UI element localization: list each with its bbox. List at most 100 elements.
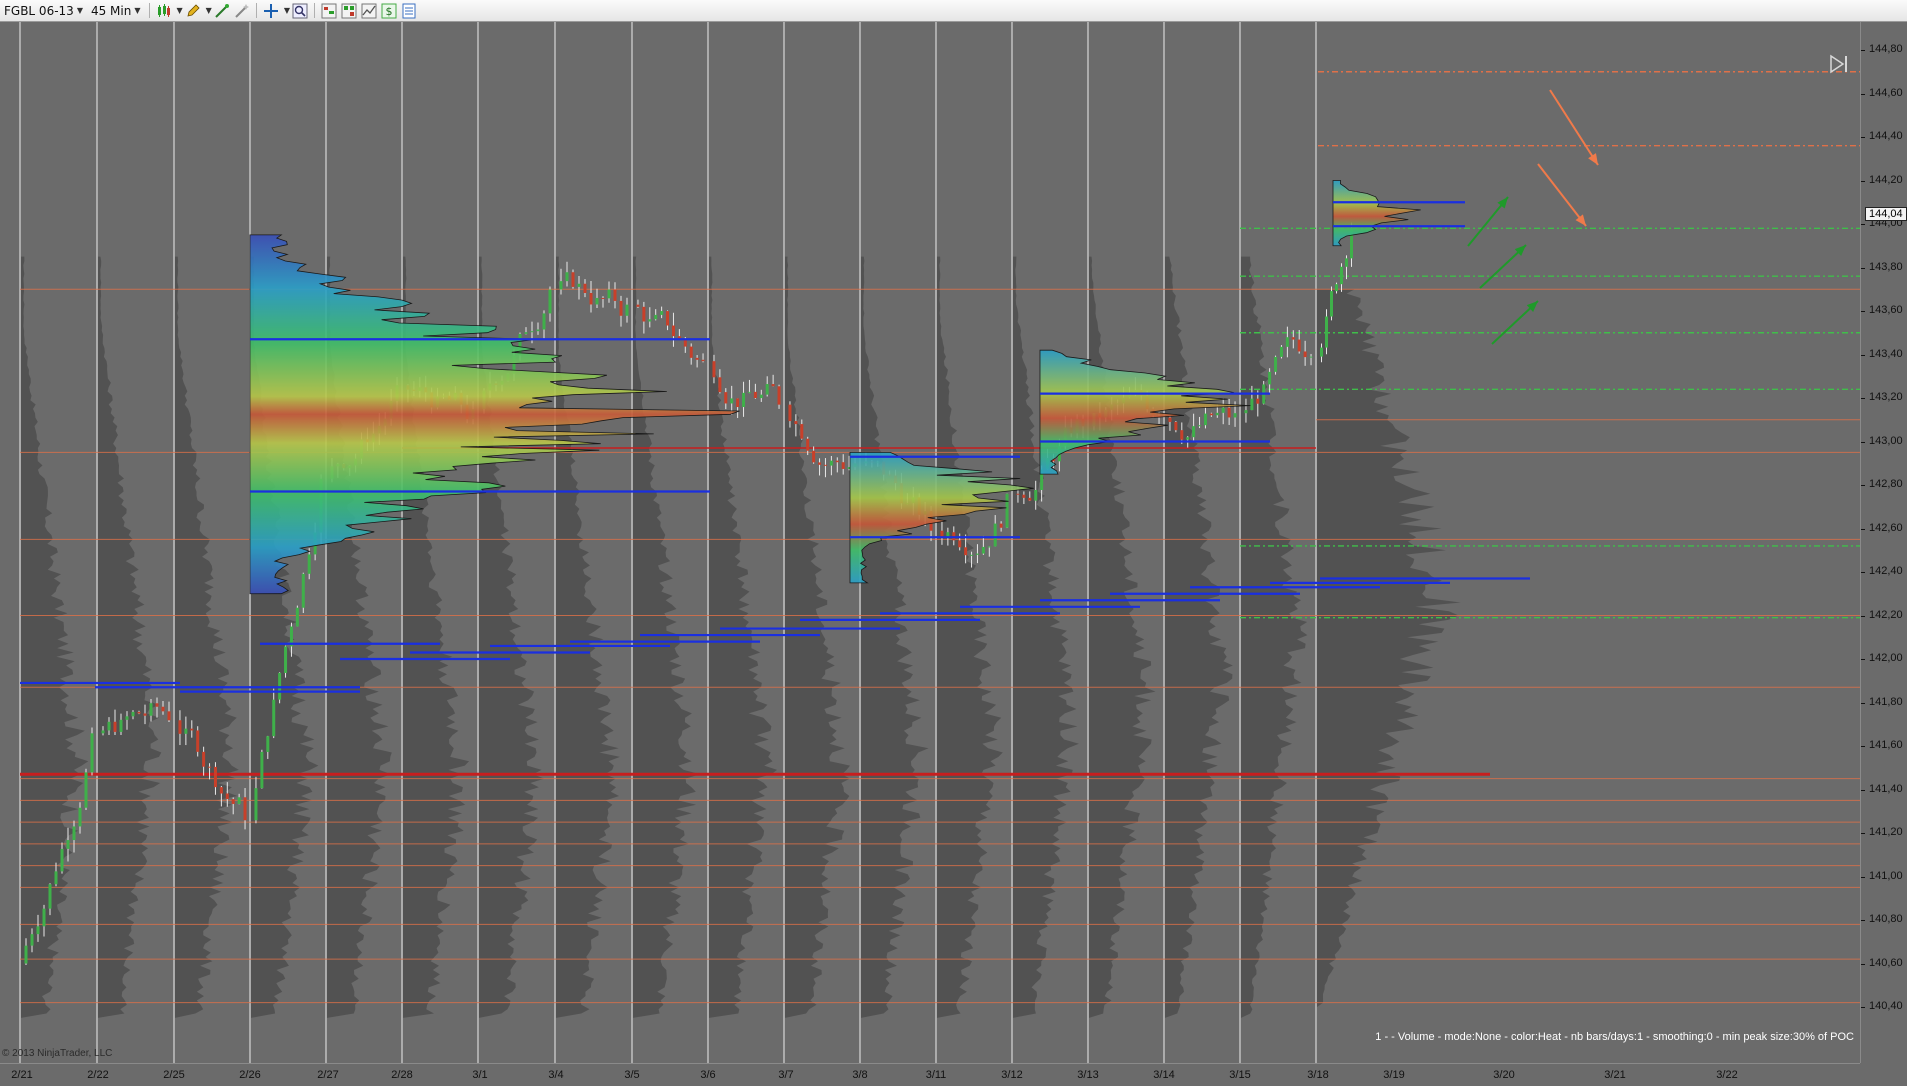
candle-body (970, 554, 974, 556)
composite-volume-profile (1317, 289, 1461, 1007)
indicators-icon[interactable] (321, 3, 337, 19)
candle-body (237, 797, 241, 804)
price-tick-label: 142,60 (1869, 521, 1903, 534)
candle-body (1192, 426, 1196, 438)
candle-body (1168, 417, 1172, 422)
candle-body (190, 728, 194, 731)
candle-body (131, 711, 135, 717)
session-volume-profile (98, 256, 162, 1018)
dollar-icon[interactable]: $ (381, 3, 397, 19)
date-tick-label: 3/18 (1307, 1069, 1329, 1081)
scroll-to-end-icon[interactable] (1828, 54, 1850, 78)
chevron-down-icon: ▼ (134, 6, 141, 15)
candle-body (284, 646, 288, 673)
candle-body (765, 384, 769, 395)
date-tick-label: 3/4 (548, 1069, 564, 1081)
candlestick-style-icon[interactable] (156, 3, 172, 19)
candle-body (753, 391, 757, 399)
price-tick-label: 141,00 (1869, 869, 1903, 882)
magic-wand-icon[interactable] (234, 3, 250, 19)
candle-body (178, 720, 182, 734)
candle-body (987, 546, 991, 548)
candle-body (84, 772, 88, 808)
chevron-down-icon[interactable]: ▼ (284, 6, 290, 15)
date-tick-label: 3/12 (1001, 1069, 1023, 1081)
candle-body (219, 787, 223, 794)
candle-body (1345, 258, 1348, 267)
date-tick-label: 3/15 (1229, 1069, 1251, 1081)
chevron-down-icon[interactable]: ▼ (206, 6, 212, 15)
candle-body (202, 751, 206, 767)
candle-body (701, 359, 705, 362)
date-tick-label: 3/7 (778, 1069, 794, 1081)
candle-body (689, 346, 693, 358)
pencil-icon[interactable] (185, 3, 201, 19)
session-volume-profile (175, 256, 239, 1018)
zoom-icon[interactable] (292, 3, 308, 19)
candle-body (266, 736, 270, 752)
data-box-icon[interactable] (401, 3, 417, 19)
candle-body (648, 319, 652, 322)
candle-body (747, 391, 751, 393)
candle-body (272, 699, 276, 737)
candle-body (137, 711, 141, 714)
candle-body (1203, 413, 1207, 426)
candle-body (36, 926, 40, 935)
candle-body (1335, 284, 1338, 292)
candle-body (260, 751, 264, 789)
price-tick-label: 143,60 (1869, 304, 1903, 316)
candle-body (524, 332, 528, 334)
price-tick-mark (1861, 833, 1865, 834)
price-tick-mark (1861, 485, 1865, 486)
session-volume-profile (556, 256, 620, 1018)
candle-body (1233, 413, 1237, 418)
chevron-down-icon[interactable]: ▼ (177, 6, 183, 15)
candle-body (24, 945, 28, 964)
candle-body (818, 462, 822, 465)
candle-body (119, 719, 123, 732)
candle-body (742, 392, 746, 408)
interval-selector[interactable]: 45 Min ▼ (87, 0, 145, 21)
chart-panel[interactable] (0, 22, 1860, 1063)
drawing-tool-icon[interactable] (214, 3, 230, 19)
session-volume-profile (633, 256, 701, 1018)
date-tick-label: 3/5 (624, 1069, 640, 1081)
candle-body (518, 333, 522, 356)
candle-body (536, 329, 540, 332)
date-tick-label: 3/6 (700, 1069, 716, 1081)
candle-body (243, 797, 247, 821)
price-tick-label: 142,80 (1869, 478, 1903, 490)
date-tick-label: 3/1 (472, 1069, 488, 1081)
candle-body (589, 292, 593, 305)
price-tick-label: 143,80 (1869, 260, 1903, 273)
toolbar-divider (255, 3, 257, 18)
candle-body (1291, 337, 1295, 340)
crosshair-icon[interactable] (263, 3, 279, 19)
candle-body (107, 721, 111, 731)
chart-properties-icon[interactable] (361, 3, 377, 19)
price-tick-mark (1861, 876, 1865, 878)
date-tick-label: 2/22 (87, 1069, 109, 1081)
candle-body (225, 793, 229, 800)
instrument-selector[interactable]: FGBL 06-13 ▼ (0, 0, 87, 21)
candle-body (1297, 339, 1301, 352)
price-tick-label: 144,40 (1869, 130, 1903, 142)
date-tick-label: 2/27 (317, 1069, 339, 1081)
candle-body (583, 283, 587, 293)
price-tick-label: 142,40 (1869, 565, 1903, 577)
price-chart[interactable] (0, 22, 1860, 1063)
price-axis[interactable]: 144,80 144,60 144,40 144,20 144,00 143,80 143,… (1860, 22, 1907, 1063)
value-area-lines (20, 201, 1530, 693)
candle-body (981, 546, 985, 554)
candle-body (841, 462, 845, 469)
candle-body (42, 908, 46, 927)
candle-body (812, 450, 816, 463)
date-axis[interactable]: 2/21 2/22 2/25 2/26 2/27 2/28 3/1 3/4 3/5 3/6 3/7 3… (0, 1063, 1860, 1086)
date-tick-label: 3/21 (1604, 1069, 1626, 1081)
strategies-icon[interactable] (341, 3, 357, 19)
session-volume-profile (785, 256, 850, 1018)
candle-body (1022, 494, 1026, 498)
candle-body (565, 272, 569, 282)
candle-body (301, 573, 305, 608)
annotation-arrow-shaft (1537, 163, 1587, 227)
